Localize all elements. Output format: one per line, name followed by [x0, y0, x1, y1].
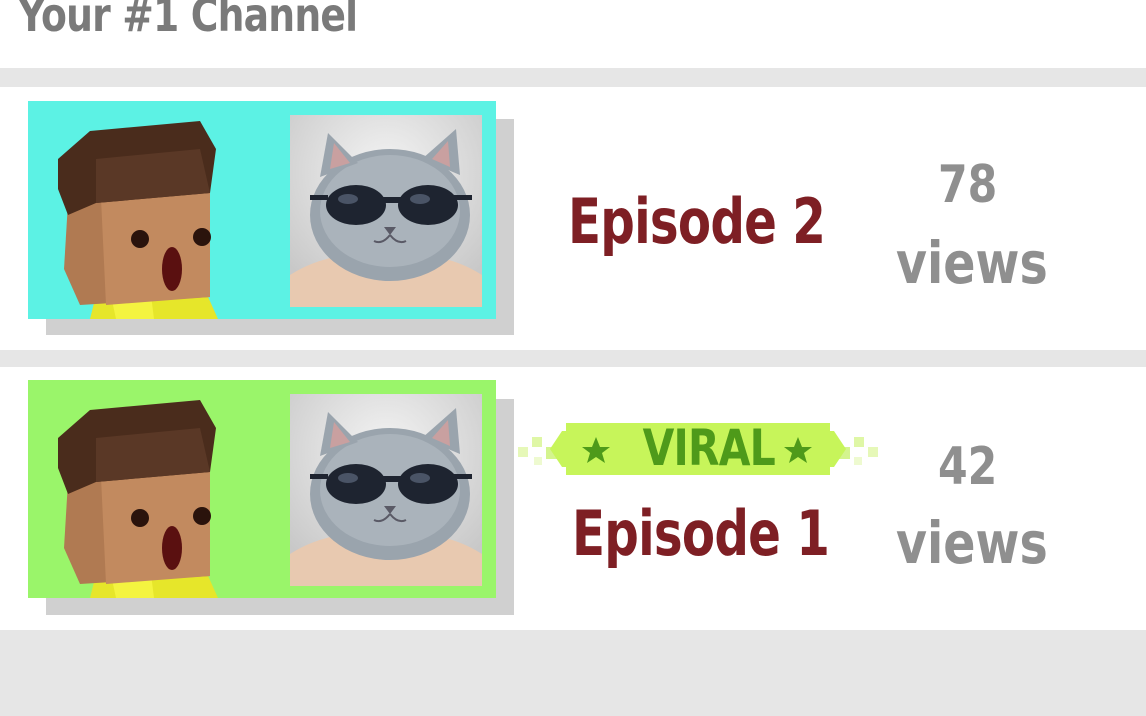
cat-icon	[290, 394, 482, 586]
channel-screen: Your #1 Channel Episode 2 78 views VIRAL…	[0, 0, 1146, 716]
channel-title: Your #1 Channel	[18, 0, 358, 42]
channel-header: Your #1 Channel	[0, 0, 1146, 68]
episode-title: Episode 1	[572, 497, 830, 570]
episode-row[interactable]: VIRAL Episode 1 42 views	[0, 367, 1146, 630]
episode-thumbnail[interactable]	[28, 380, 496, 598]
episode-row[interactable]: Episode 2 78 views	[0, 87, 1146, 350]
cat-photo	[290, 394, 482, 586]
cat-icon	[290, 115, 482, 307]
episode-title: Episode 2	[568, 185, 826, 258]
viral-badge: VIRAL	[512, 417, 884, 481]
episode-thumbnail[interactable]	[28, 101, 496, 319]
views-count: 42	[938, 437, 998, 497]
views-label: views	[896, 509, 1048, 577]
avatar-icon	[58, 400, 218, 598]
cat-photo	[290, 115, 482, 307]
views-count: 78	[938, 155, 998, 215]
viral-label: VIRAL	[642, 419, 776, 477]
avatar-icon	[58, 121, 218, 319]
views-label: views	[896, 229, 1048, 297]
